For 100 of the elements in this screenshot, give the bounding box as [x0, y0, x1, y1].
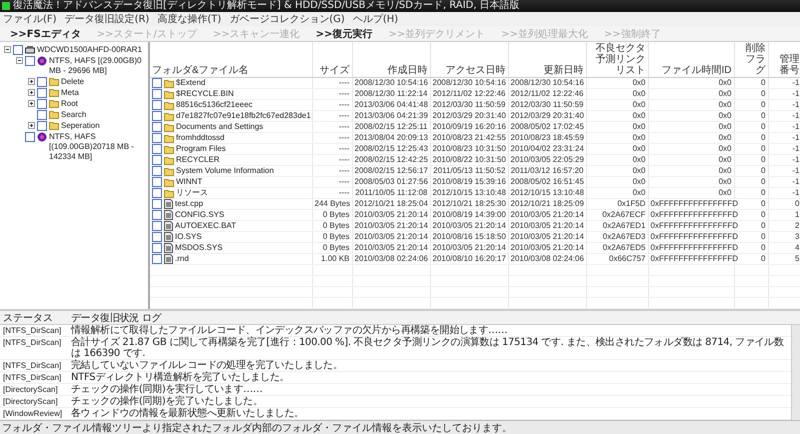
tree-item[interactable]: WDCWD1500AHFD-00RAR1 [37, 45, 142, 55]
checkbox[interactable] [152, 199, 162, 209]
file-name[interactable]: System Volume Information [176, 166, 274, 176]
column-header[interactable]: サイズ [312, 42, 352, 78]
log-status: [WindowReview] [3, 408, 64, 419]
table-cell: -1 [768, 144, 800, 154]
file-name[interactable]: RECYCLER [176, 155, 220, 165]
file-name[interactable]: $RECYCLE.BIN [176, 89, 234, 99]
table-cell: 2012/10/15 13:10:48 [508, 188, 586, 198]
tree-item[interactable]: Meta [61, 88, 79, 98]
table-cell: 0 [734, 144, 768, 154]
table-cell: 2010/03/05 21:20:14 [352, 210, 430, 220]
checkbox[interactable] [152, 155, 162, 165]
scrollbar[interactable] [791, 325, 800, 420]
file-name[interactable]: AUTOEXEC.BAT [175, 221, 236, 231]
file-name[interactable]: .rnd [175, 254, 189, 264]
column-header[interactable]: 作成日時 [352, 42, 430, 78]
status-message: ツリーより指定されたフォルダ内部のフォルダ・ファイル情報を表示いたしております。 [112, 422, 512, 434]
checkbox[interactable] [25, 132, 35, 142]
checkbox[interactable] [37, 110, 47, 120]
expander-icon[interactable] [16, 56, 23, 65]
checkbox[interactable] [152, 144, 162, 154]
tree-item[interactable]: NTFS, HAFS [(109.00GB)20718 MB - 142334 MB] [49, 132, 148, 162]
column-header[interactable]: アクセス日時 [430, 42, 508, 78]
table-cell: 2013/03/06 04:41:48 [352, 100, 430, 110]
checkbox[interactable] [152, 89, 162, 99]
file-name[interactable]: 88516c5136cf21eeec [176, 100, 253, 110]
checkbox[interactable] [25, 56, 35, 66]
expander-icon[interactable] [28, 121, 35, 130]
log-message: NTFSディレクトリ構造解析を完了いたしました。 [71, 372, 290, 383]
table-cell: 2013/03/06 04:21:39 [352, 110, 430, 122]
column-header[interactable]: フォルダ&ファイル名 [150, 42, 312, 78]
checkbox[interactable] [152, 232, 162, 242]
checkbox[interactable] [13, 45, 23, 55]
checkbox[interactable] [37, 88, 47, 98]
checkbox[interactable] [152, 133, 162, 143]
checkbox[interactable] [152, 166, 162, 176]
checkbox[interactable] [152, 243, 162, 253]
checkbox[interactable] [152, 210, 162, 220]
column-header[interactable]: データ復旧状況 ログ [71, 310, 800, 324]
column-header[interactable]: 削除フラグ [734, 42, 768, 78]
column-header[interactable]: 更新日時 [508, 42, 586, 78]
file-name[interactable]: test.cpp [175, 199, 204, 209]
file-name[interactable]: WINNT [176, 177, 202, 187]
column-header[interactable]: ファイル時間ID [648, 42, 734, 78]
checkbox[interactable] [152, 188, 162, 198]
table-cell: 0 Bytes [312, 242, 352, 254]
column-header[interactable]: 管理番号 [768, 42, 800, 78]
checkbox[interactable] [152, 78, 162, 88]
table-cell: 0x0 [648, 188, 734, 198]
checkbox[interactable] [152, 111, 162, 121]
table-cell: 2010/03/05 21:20:14 [352, 242, 430, 254]
file-name[interactable]: Program Files [176, 144, 226, 154]
table-cell: 0x0 [586, 144, 648, 154]
menu-item[interactable]: ヘルプ(H) [352, 12, 398, 26]
file-name[interactable]: d7e1827fc07e91e18fb2fc67ed283de1 [176, 111, 311, 121]
table-cell: 0 Bytes [312, 232, 352, 242]
partition-icon [37, 132, 47, 142]
tree-item[interactable]: Search [61, 110, 86, 120]
table-cell: 0x2A67ECF [586, 210, 648, 220]
table-cell: 0x0 [586, 188, 648, 198]
file-name[interactable]: CONFIG.SYS [175, 210, 224, 220]
checkbox[interactable] [152, 100, 162, 110]
checkbox[interactable] [37, 121, 47, 131]
menu-item[interactable]: ファイル(F) [3, 12, 57, 26]
toolbar-button[interactable]: >>復元実行 [314, 26, 374, 40]
column-header[interactable]: 不良セクタ予測リンクリスト [586, 42, 648, 78]
tree-item[interactable]: Delete [61, 77, 84, 87]
expander-icon[interactable] [28, 77, 35, 86]
file-name[interactable]: Documents and Settings [176, 122, 264, 132]
tree-item[interactable]: Root [61, 99, 78, 109]
table-cell: 0 [734, 122, 768, 132]
tree-item[interactable]: NTFS, HAFS [(29.00GB)0 MB - 29696 MB] [49, 56, 148, 76]
tree-item[interactable]: Seperation [61, 121, 100, 131]
checkbox[interactable] [152, 177, 162, 187]
file-name[interactable]: fromhddtossd [176, 133, 224, 143]
checkbox[interactable] [37, 99, 47, 109]
toolbar-button[interactable]: >>FSエディタ [8, 26, 83, 40]
file-name[interactable]: IO.SYS [175, 232, 202, 242]
menu-item[interactable]: 高度な操作(T) [157, 12, 222, 26]
menu-item[interactable]: ガベージコレクション(G) [229, 12, 345, 26]
column-header[interactable]: ステータス [3, 310, 71, 324]
table-cell: 244 Bytes [312, 198, 352, 210]
checkbox[interactable] [152, 254, 162, 264]
file-name[interactable]: $Extend [176, 78, 206, 88]
expander-icon[interactable] [4, 45, 11, 54]
table-cell: 0x0 [586, 132, 648, 144]
expander-icon[interactable] [28, 99, 35, 108]
table-cell: 2010/03/05 21:20:14 [430, 242, 508, 254]
file-name[interactable]: MSDOS.SYS [175, 243, 223, 253]
log-status: [NTFS_DirScan] [3, 360, 62, 371]
expander-icon[interactable] [28, 88, 35, 97]
table-cell: -1 [768, 110, 800, 122]
menu-item[interactable]: データ復旧設定(R) [64, 12, 150, 26]
checkbox[interactable] [37, 77, 47, 87]
checkbox[interactable] [152, 122, 162, 132]
table-cell: 2010/03/08 02:24:06 [352, 254, 430, 264]
checkbox[interactable] [152, 221, 162, 231]
table-cell: ---- [312, 122, 352, 132]
file-name[interactable]: リソース [176, 188, 208, 198]
